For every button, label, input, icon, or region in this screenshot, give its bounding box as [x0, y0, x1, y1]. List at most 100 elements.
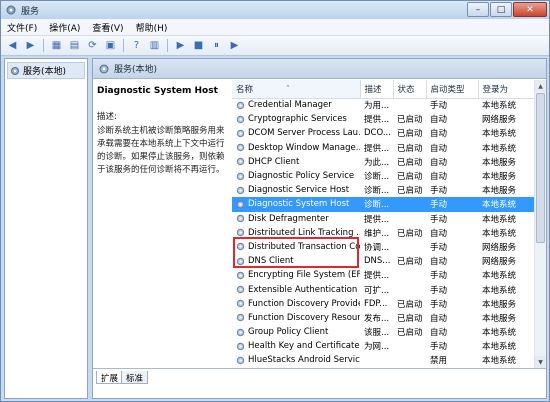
service-name-wrapper: Encrypting File System (EFS) — [236, 270, 360, 280]
toolbar-separator — [43, 39, 44, 52]
table-row[interactable]: Encrypting File System (EFS) 提供... 手动 本地系统 — [232, 268, 534, 282]
service-description-cell: 该服... — [364, 328, 390, 339]
service-name-text: Diagnostic Service Host — [248, 185, 350, 196]
console-button[interactable]: ▥ — [147, 39, 162, 53]
menu-action[interactable]: 操作(A) — [43, 21, 86, 34]
restart-service-button[interactable]: ▶ — [227, 39, 242, 53]
help-button[interactable]: ? — [129, 39, 144, 53]
close-button[interactable]: ✕ — [513, 2, 547, 17]
table-row[interactable]: Extensible Authentication P... 可扩... 手动 本地系… — [232, 282, 534, 296]
description-text: 诊断系统主机被诊断策略服务用来承载需要在本地系统上下文中运行的诊断。如果停止该服… — [97, 126, 225, 175]
service-logon-cell: 本地系统 — [482, 356, 517, 367]
forward-button[interactable]: ▶ — [23, 39, 38, 53]
service-description-cell: 维护... — [364, 228, 390, 239]
table-row[interactable]: DNS Client DNS... 已启动 自动 网络服务 — [232, 254, 534, 268]
table-row[interactable]: Health Key and Certificate ... 为网... 手动 本地系… — [232, 339, 534, 353]
service-status-cell: 已启动 — [397, 115, 423, 126]
tab-extended[interactable]: 扩展 — [96, 371, 124, 384]
vertical-scrollbar[interactable]: ▲ ▼ — [534, 80, 546, 368]
service-description-cell: 可扩... — [364, 285, 390, 296]
service-name-cell: Group Policy Client — [232, 325, 360, 339]
column-log-on-as[interactable]: 登录为 — [478, 80, 535, 99]
service-status-cell — [393, 339, 426, 353]
service-name-wrapper: Health Key and Certificate ... — [236, 341, 360, 351]
service-name-cell: Credential Manager — [232, 98, 360, 112]
service-gear-icon — [236, 285, 245, 294]
column-description[interactable]: 描述 — [360, 80, 394, 99]
service-description-cell — [360, 353, 393, 367]
service-logon-cell: 本地服务 — [482, 313, 517, 324]
service-description-cell: 为此... — [364, 157, 390, 168]
table-row[interactable]: Distributed Link Tracking ... 维护... 已启动 自动 本… — [232, 226, 534, 240]
scroll-thumb[interactable] — [536, 93, 545, 243]
export-list-button[interactable]: ▣ — [103, 39, 118, 53]
selected-service-name: Diagnostic System Host — [97, 86, 218, 96]
maximize-button[interactable]: □ — [490, 2, 512, 17]
service-status-cell: 已启动 — [397, 299, 423, 310]
service-gear-icon — [236, 101, 245, 110]
menu-help[interactable]: 帮助(H) — [130, 21, 174, 34]
details-pane: 服务(本地) Diagnostic System Host 描述: 诊断系统主机… — [92, 58, 547, 399]
service-name-wrapper: Extensible Authentication P... — [236, 285, 360, 295]
service-logon-cell: 本地服务 — [482, 172, 517, 183]
start-service-button[interactable]: ▶ — [173, 39, 188, 53]
service-gear-icon — [236, 271, 245, 280]
table-row[interactable]: Diagnostic Service Host 诊断... 已启动 手动 本地服务 — [232, 183, 534, 197]
service-name-cell: DCOM Server Process Lau... — [232, 126, 360, 140]
table-row[interactable]: Cryptographic Services 提供... 已启动 自动 网络服务 — [232, 112, 534, 126]
tree-item-services-local[interactable]: 服务(本地) — [7, 62, 85, 79]
minimize-button[interactable]: – — [467, 2, 489, 17]
service-startup-type-cell: 手动 — [426, 197, 478, 212]
refresh-button[interactable]: ⟳ — [85, 39, 100, 53]
column-startup-type[interactable]: 启动类型 — [426, 80, 479, 99]
service-name-text: Desktop Window Manage... — [248, 142, 360, 153]
scroll-up-icon[interactable]: ▲ — [535, 80, 546, 92]
tab-standard[interactable]: 标准 — [121, 371, 149, 384]
scroll-down-icon[interactable]: ▼ — [535, 356, 546, 368]
table-row[interactable]: Credential Manager 为用... 手动 本地系统 — [232, 98, 534, 112]
properties-button[interactable]: ▤ — [67, 39, 82, 53]
table-row[interactable]: Desktop Window Manage... 提供... 已启动 自动 本地系统 — [232, 141, 534, 155]
service-logon-cell: 本地系统 — [482, 228, 517, 239]
back-button[interactable]: ◀ — [5, 39, 20, 53]
service-name-text: Cryptographic Services — [248, 114, 347, 125]
table-row[interactable]: Diagnostic System Host 诊断... 手动 本地系统 — [232, 197, 534, 212]
table-row[interactable]: DHCP Client 为此... 已启动 自动 本地服务 — [232, 155, 534, 169]
pause-service-button[interactable]: ⏸ — [209, 39, 224, 53]
table-row[interactable]: Disk Defragmenter 提供... 手动 本地系统 — [232, 212, 534, 226]
table-row[interactable]: Group Policy Client 该服... 已启动 自动 本地系统 — [232, 325, 534, 339]
service-name-text: Diagnostic Policy Service — [248, 171, 355, 182]
table-row[interactable]: Distributed Transaction Co... 协调... 手动 网络服务 — [232, 240, 534, 254]
service-startup-type-cell: 自动 — [430, 257, 448, 268]
menu-view[interactable]: 查看(V) — [86, 21, 129, 34]
service-gear-icon — [236, 143, 245, 152]
stop-service-button[interactable]: ■ — [191, 39, 206, 53]
window-controls: – □ ✕ — [467, 2, 547, 17]
menu-file[interactable]: 文件(F) — [1, 21, 43, 34]
table-row[interactable]: DCOM Server Process Lau... DCO... 已启动 自动 本地系… — [232, 126, 534, 140]
service-description-cell: 诊断... — [364, 172, 390, 183]
table-row[interactable]: Diagnostic Policy Service 诊断... 已启动 自动 本地服务 — [232, 169, 534, 183]
service-logon-cell: 本地系统 — [482, 342, 517, 353]
service-logon-cell: 本地系统 — [482, 101, 517, 112]
column-status[interactable]: 状态 — [393, 80, 427, 99]
service-status-cell: 已启动 — [397, 257, 423, 268]
service-status-cell: 已启动 — [397, 157, 423, 168]
table-row[interactable]: HlueStacks Android Service 禁用 本地系统 — [232, 353, 534, 367]
service-name-text: Function Discovery Provide... — [248, 298, 360, 309]
service-startup-type-cell: 自动 — [430, 328, 448, 339]
table-row[interactable]: Function Discovery Resour... 发布... 已启动 自动 本地… — [232, 311, 534, 325]
service-name-cell: DNS Client — [232, 254, 360, 268]
column-name[interactable]: 名称 ˄ — [232, 80, 361, 99]
services-gear-icon — [11, 66, 19, 75]
service-startup-type-cell: 自动 — [430, 157, 448, 168]
service-name-wrapper: Credential Manager — [236, 100, 360, 110]
menu-bar: 文件(F) 操作(A) 查看(V) 帮助(H) — [1, 19, 549, 36]
table-row[interactable]: Function Discovery Provide... FDP... 已启动 手动… — [232, 297, 534, 311]
show-hide-tree-button[interactable]: ▦ — [49, 39, 64, 53]
services-window: 服务 – □ ✕ 文件(F) 操作(A) 查看(V) 帮助(H) ◀ ▶ ▦ ▤… — [0, 0, 550, 402]
service-logon-cell: 本地服务 — [482, 299, 517, 310]
column-name-label: 名称 — [236, 84, 254, 95]
service-description-cell: DCO... — [364, 128, 391, 139]
service-name-text: Distributed Link Tracking ... — [248, 227, 360, 238]
